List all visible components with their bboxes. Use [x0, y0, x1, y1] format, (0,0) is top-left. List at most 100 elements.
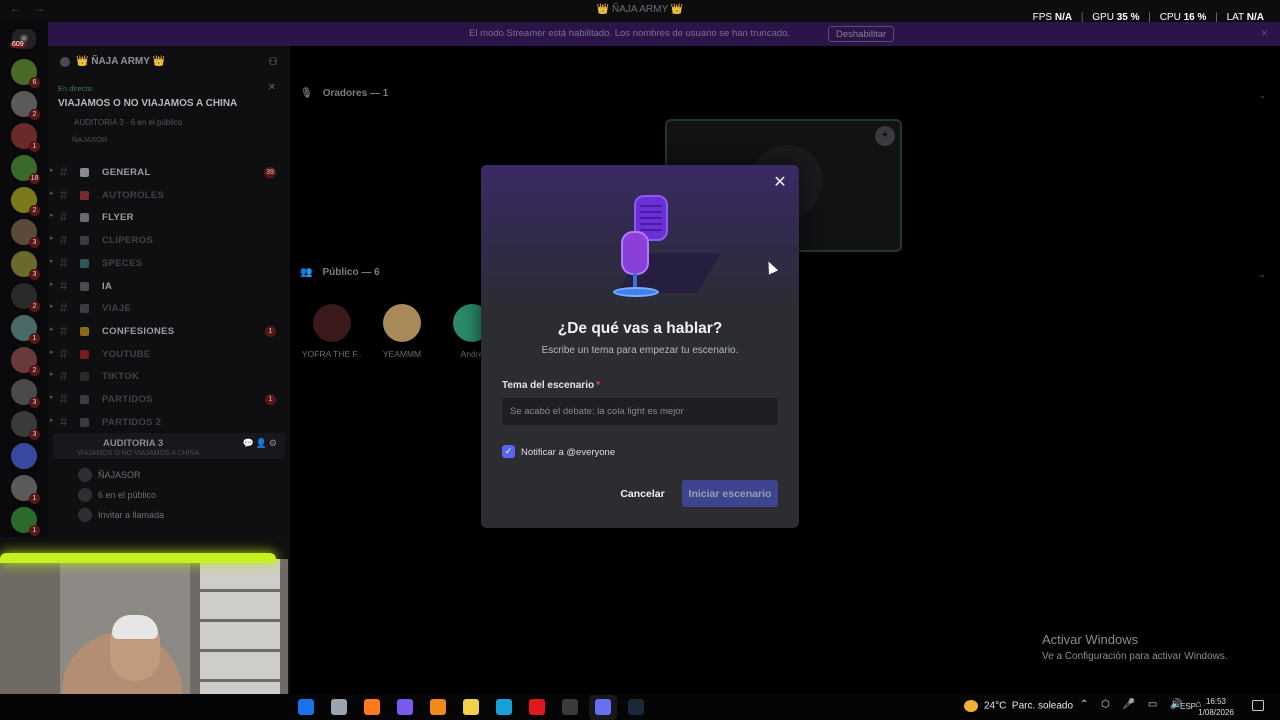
avatar: [78, 488, 92, 502]
hash-icon: #: [60, 391, 68, 406]
server-icon[interactable]: 3: [11, 411, 40, 440]
channel-item[interactable]: ▸ # GENERAL 39: [48, 162, 290, 182]
chevron-down-icon[interactable]: ⌄: [1258, 90, 1266, 101]
channel-emoji-icon: [80, 304, 89, 314]
server-icon[interactable]: 1: [11, 507, 40, 536]
channel-label: YOUTUBE: [102, 348, 151, 360]
channel-item[interactable]: ▸ # YOUTUBE: [48, 344, 290, 364]
windows-activation-watermark: Activar Windows Ve a Configuración para …: [1042, 632, 1228, 662]
voice-member-item[interactable]: 6 en el público: [78, 487, 288, 505]
hash-icon: #: [60, 300, 68, 316]
copilot-icon[interactable]: [397, 699, 413, 715]
server-icon[interactable]: 2: [11, 91, 40, 120]
server-icon[interactable]: 3: [11, 219, 40, 248]
server-icon[interactable]: 6: [11, 59, 40, 88]
chevron-right-icon: ▸: [50, 303, 54, 311]
files-icon[interactable]: [331, 699, 347, 715]
chevron-down-icon[interactable]: ⌄: [1258, 269, 1266, 280]
close-icon[interactable]: ✕: [771, 174, 789, 192]
channel-item[interactable]: ▸ # SPECES: [48, 253, 290, 273]
taskbar-clock[interactable]: 16:53 1/08/2026: [1196, 696, 1236, 718]
voice-member-item[interactable]: ÑAJASOR: [78, 467, 288, 485]
server-icon[interactable]: 1: [11, 123, 40, 152]
channel-item[interactable]: ▸ # FLYER: [48, 207, 290, 227]
steam-icon[interactable]: [628, 699, 644, 715]
channel-unread-badge: 1: [265, 325, 276, 337]
topic-field-label: Tema del escenario *: [502, 380, 600, 391]
voice-channel-auditoria[interactable]: AUDITORIA 3 VIAJAMOS O NO VIAJAMOS A CHI…: [53, 433, 285, 459]
dialog-heading: ¿De qué vas a hablar?: [557, 320, 723, 337]
chevron-right-icon: ▸: [50, 189, 54, 197]
live-stage-card[interactable]: En directo ✕ VIAJAMOS O NO VIAJAMOS A CH…: [48, 80, 290, 150]
close-icon[interactable]: ×: [1261, 26, 1268, 40]
stage-topic-input[interactable]: [502, 398, 778, 425]
channel-item[interactable]: ▸ # PARTIDOS 2: [48, 412, 290, 432]
channel-unread-badge: 1: [265, 394, 276, 405]
server-unread-badge: 3: [29, 397, 40, 408]
channel-label: AUTOROLES: [102, 189, 165, 201]
dialog-subheading: Escribe un tema para empezar tu escenari…: [541, 345, 739, 356]
server-unread-badge: 1: [29, 493, 40, 504]
unread-count-badge: 609: [10, 41, 26, 48]
channel-item[interactable]: ▸ # VIAJE: [48, 298, 290, 318]
channel-emoji-icon: [80, 372, 89, 382]
speakers-section-title: 🎙 Oradores — 1: [300, 88, 389, 99]
hash-icon: #: [60, 209, 68, 225]
audience-member[interactable]: YOFRA THE F...: [302, 304, 362, 359]
server-header[interactable]: 👑 ÑAJA ARMY 👑 ⚇: [48, 46, 290, 78]
notification-icon[interactable]: [1252, 700, 1264, 711]
server-icon[interactable]: 2: [11, 283, 40, 312]
channel-label: VIAJE: [102, 303, 131, 315]
hash-icon: #: [60, 345, 68, 361]
language-indicator[interactable]: ESP: [1180, 702, 1196, 711]
vlc-icon[interactable]: [430, 699, 446, 715]
channel-item[interactable]: ▸ # IA: [48, 276, 290, 296]
weather-temp: 24°C: [984, 700, 1007, 712]
server-unread-badge: 6: [29, 77, 40, 88]
voice-channel-actions-icon[interactable]: 💬👤⚙: [243, 438, 279, 449]
opera-icon[interactable]: [529, 699, 545, 715]
live-host: ÑAJASOR: [72, 135, 108, 144]
channel-label: CLIPEROS: [102, 235, 153, 247]
server-icon[interactable]: 2: [11, 347, 40, 376]
edge-icon[interactable]: [496, 699, 512, 715]
server-icon[interactable]: 3: [11, 379, 40, 408]
server-icon[interactable]: 1: [11, 315, 40, 344]
server-icon[interactable]: 2: [11, 187, 40, 216]
chevron-right-icon: ▸: [50, 371, 54, 379]
audience-member[interactable]: YEAMMM: [372, 304, 432, 359]
disable-streamer-button[interactable]: Deshabilitar: [828, 26, 895, 42]
close-icon[interactable]: ✕: [268, 82, 276, 93]
hash-icon: #: [60, 322, 68, 338]
channel-item[interactable]: ▸ # CLIPEROS: [48, 230, 290, 250]
server-icon[interactable]: 18: [11, 155, 40, 184]
cancel-button[interactable]: Cancelar: [609, 480, 676, 507]
channel-item[interactable]: ▸ # TIKTOK: [48, 366, 290, 386]
live-title: VIAJAMOS O NO VIAJAMOS A CHINA: [58, 98, 238, 109]
channel-item[interactable]: ▸ # CONFESIONES 1: [48, 321, 290, 341]
obs-icon[interactable]: [562, 699, 578, 715]
notify-everyone-label[interactable]: Notificar a @everyone: [521, 447, 615, 458]
server-unread-badge: 1: [29, 525, 40, 536]
channel-item[interactable]: ▸ # PARTIDOS 1: [48, 389, 290, 409]
partly-sunny-icon: [964, 700, 978, 712]
outlook-icon[interactable]: [298, 699, 314, 715]
server-icon[interactable]: 3: [11, 251, 40, 280]
start-stage-button[interactable]: Iniciar escenario: [682, 480, 778, 507]
screen: ← → 👑 ÑAJA ARMY 👑 FPS N/A | GPU 35 % | C…: [0, 0, 1280, 720]
firefox-icon[interactable]: [364, 699, 380, 715]
voice-member-item[interactable]: Invitar a llamada: [78, 507, 288, 525]
server-icon[interactable]: 1: [11, 475, 40, 504]
discord-icon[interactable]: [589, 695, 617, 720]
voice-member-label: Invitar a llamada: [98, 510, 165, 520]
channel-label: TIKTOK: [102, 371, 139, 383]
store-icon[interactable]: [463, 699, 479, 715]
channel-label: CONFESIONES: [102, 325, 175, 337]
weather-widget[interactable]: 24°C Parc. soleado: [964, 700, 1073, 712]
add-member-icon[interactable]: ⚇: [268, 55, 278, 68]
channel-item[interactable]: ▸ # AUTOROLES: [48, 185, 290, 205]
channel-emoji-icon: [80, 281, 89, 291]
server-icon[interactable]: [11, 443, 37, 469]
notify-everyone-checkbox[interactable]: ✓: [502, 445, 515, 458]
avatar: [78, 468, 92, 482]
